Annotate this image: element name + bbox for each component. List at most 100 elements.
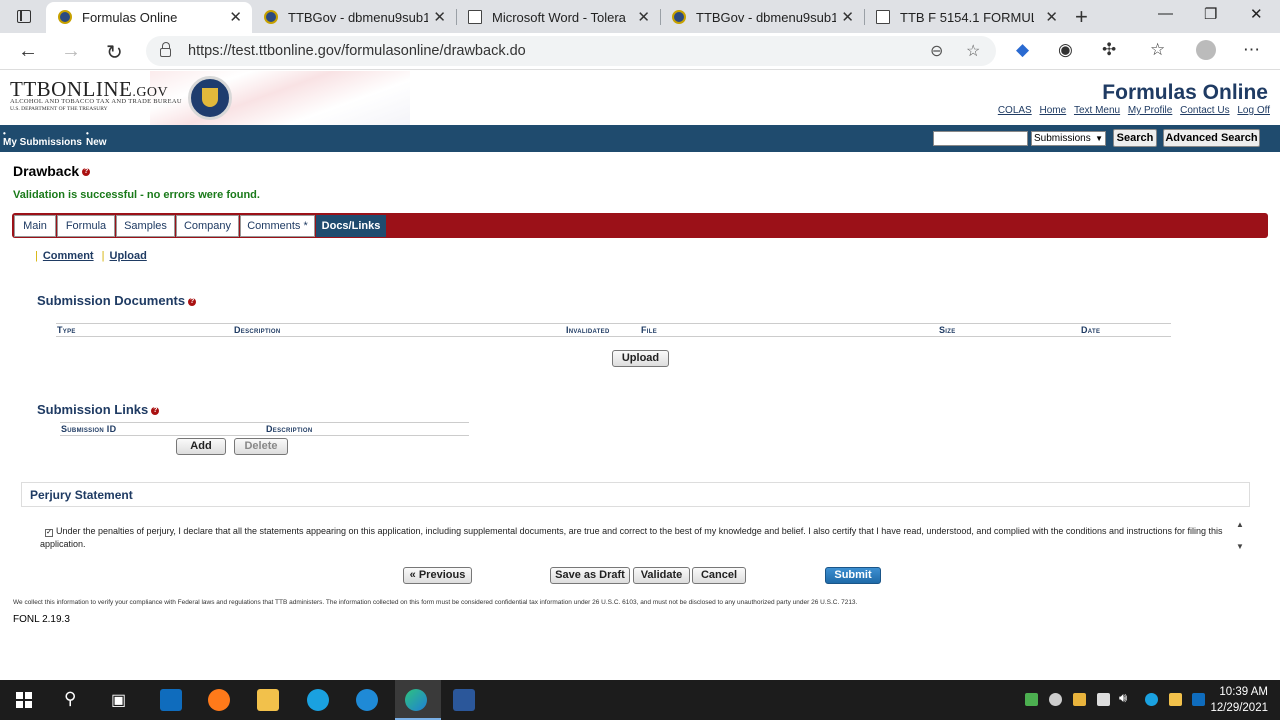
form-tabs: Main Formula Samples Company Comments * …	[12, 213, 1268, 238]
skype-tray-icon[interactable]	[1145, 693, 1158, 706]
new-tab-icon[interactable]: +	[1075, 4, 1088, 30]
tray-app-icon[interactable]	[1169, 693, 1182, 706]
col-type[interactable]: Type	[57, 325, 76, 335]
contact-us-link[interactable]: Contact Us	[1180, 105, 1229, 116]
close-tab-icon[interactable]: ✕	[637, 8, 650, 26]
firefox-icon[interactable]	[208, 689, 230, 711]
word-icon[interactable]	[453, 689, 475, 711]
close-tab-icon[interactable]: ✕	[1045, 8, 1058, 26]
browser-tab-ttbgov-2[interactable]: TTBGov - dbmenu9sub1 ✕	[660, 2, 864, 33]
tab-formula[interactable]: Formula	[57, 215, 115, 237]
close-tab-icon[interactable]: ✕	[841, 8, 854, 26]
internet-explorer-icon[interactable]	[356, 689, 378, 711]
shield-favicon-icon	[672, 10, 686, 24]
forward-icon[interactable]: →	[61, 40, 81, 63]
col-file[interactable]: File	[641, 325, 657, 335]
sync-icon[interactable]	[1049, 693, 1062, 706]
outlook-tray-icon[interactable]	[1192, 693, 1205, 706]
scroll-down-icon[interactable]: ▼	[1236, 542, 1244, 551]
task-view-icon[interactable]: ▣	[111, 690, 126, 710]
perjury-section: Perjury Statement	[21, 482, 1250, 507]
search-type-select[interactable]: Submissions	[1031, 131, 1106, 146]
tab-comments[interactable]: Comments *	[240, 215, 315, 237]
profile-avatar[interactable]	[1196, 40, 1216, 60]
reload-icon[interactable]: ↻	[106, 40, 123, 65]
col-size[interactable]: Size	[939, 325, 956, 335]
advanced-search-button[interactable]: Advanced Search	[1163, 129, 1260, 147]
file-explorer-icon[interactable]	[257, 689, 279, 711]
col-invalidated[interactable]: Invalidated	[566, 325, 610, 335]
system-clock[interactable]: 10:39 AM 12/29/2021	[1210, 684, 1268, 716]
cancel-button[interactable]: Cancel	[692, 567, 746, 584]
back-icon[interactable]: ←	[18, 40, 38, 63]
url-bar[interactable]: https://test.ttbonline.gov/formulasonlin…	[146, 36, 996, 66]
upload-link[interactable]: Upload	[110, 250, 147, 262]
edge-icon[interactable]	[405, 689, 427, 711]
comment-link[interactable]: Comment	[43, 250, 94, 262]
outlook-icon[interactable]	[160, 689, 182, 711]
link-separator: |	[101, 250, 105, 262]
close-window-icon[interactable]: ✕	[1250, 5, 1263, 23]
tools-icon[interactable]	[1073, 693, 1086, 706]
search-type-value: Submissions	[1034, 133, 1091, 144]
logo-subtitle: ALCOHOL AND TOBACCO TAX AND TRADE BUREAU	[10, 98, 182, 105]
previous-button[interactable]: « Previous	[403, 567, 472, 584]
perjury-title: Perjury Statement	[30, 488, 133, 502]
col-date[interactable]: Date	[1081, 325, 1100, 335]
close-tab-icon[interactable]: ✕	[433, 8, 446, 26]
favorite-star-icon[interactable]: ☆	[966, 41, 980, 61]
nav-my-submissions[interactable]: • My Submissions	[3, 129, 82, 148]
tracking-icon[interactable]: ◉	[1058, 40, 1073, 60]
col-link-description: Description	[266, 424, 313, 434]
search-button[interactable]: Search	[1113, 129, 1157, 147]
upload-button[interactable]: Upload	[612, 350, 669, 367]
header-links: COLAS Home Text Menu My Profile Contact …	[993, 105, 1270, 116]
site-header: TTBONLINE.GOV ALCOHOL AND TOBACCO TAX AN…	[0, 71, 1280, 125]
col-description[interactable]: Description	[234, 325, 280, 335]
battery-icon[interactable]	[1025, 693, 1038, 706]
tab-samples[interactable]: Samples	[116, 215, 175, 237]
browser-tab-ttbgov-1[interactable]: TTBGov - dbmenu9sub1 ✕	[252, 2, 456, 33]
text-menu-link[interactable]: Text Menu	[1074, 105, 1120, 116]
help-icon[interactable]: ?	[151, 406, 160, 415]
colas-link[interactable]: COLAS	[998, 105, 1032, 116]
tab-actions-icon[interactable]	[8, 6, 38, 26]
browser-tab-bar: Formulas Online ✕ TTBGov - dbmenu9sub1 ✕…	[0, 0, 1280, 33]
search-taskbar-icon[interactable]: ⚲	[64, 689, 76, 709]
restore-icon[interactable]: ❐	[1204, 5, 1217, 23]
save-draft-button[interactable]: Save as Draft	[550, 567, 630, 584]
submission-documents-title-text: Submission Documents	[37, 293, 186, 308]
nav-new[interactable]: • New	[86, 129, 107, 148]
search-input[interactable]	[933, 131, 1028, 146]
tab-company[interactable]: Company	[176, 215, 239, 237]
favorites-icon[interactable]: ☆	[1150, 40, 1165, 60]
volume-icon[interactable]: 🔊︎	[1119, 690, 1127, 706]
scroll-up-icon[interactable]: ▲	[1236, 520, 1244, 529]
close-tab-icon[interactable]: ✕	[229, 8, 242, 26]
extension-icon[interactable]: ◆	[1016, 40, 1029, 60]
nav-my-submissions-label: My Submissions	[3, 137, 82, 148]
zoom-icon[interactable]: ⊖	[930, 41, 943, 61]
browser-tab-word-tolerance[interactable]: Microsoft Word - Toleranc ✕	[456, 2, 660, 33]
url-text[interactable]: https://test.ttbonline.gov/formulasonlin…	[188, 43, 526, 59]
log-off-link[interactable]: Log Off	[1237, 105, 1270, 116]
validate-button[interactable]: Validate	[633, 567, 690, 584]
add-link-button[interactable]: Add	[176, 438, 226, 455]
windows-start-icon[interactable]	[16, 692, 32, 708]
submit-button[interactable]: Submit	[825, 567, 881, 584]
extensions-puzzle-icon[interactable]: ✣	[1102, 40, 1116, 60]
tab-main[interactable]: Main	[14, 215, 56, 237]
more-menu-icon[interactable]: ⋯	[1243, 40, 1260, 60]
security-shield-icon[interactable]	[1097, 693, 1110, 706]
browser-tab-formulas-online[interactable]: Formulas Online ✕	[46, 2, 252, 33]
skype-icon[interactable]	[307, 689, 329, 711]
browser-tab-ttb-formula[interactable]: TTB F 5154.1 FORMULA A ✕	[864, 2, 1068, 33]
minimize-icon[interactable]: —	[1158, 5, 1173, 22]
my-profile-link[interactable]: My Profile	[1128, 105, 1172, 116]
help-icon[interactable]: ?	[82, 168, 91, 177]
tab-docs-links[interactable]: Docs/Links	[316, 215, 386, 237]
delete-link-button[interactable]: Delete	[234, 438, 288, 455]
home-link[interactable]: Home	[1040, 105, 1067, 116]
shield-favicon-icon	[58, 10, 72, 24]
help-icon[interactable]: ?	[188, 297, 197, 306]
